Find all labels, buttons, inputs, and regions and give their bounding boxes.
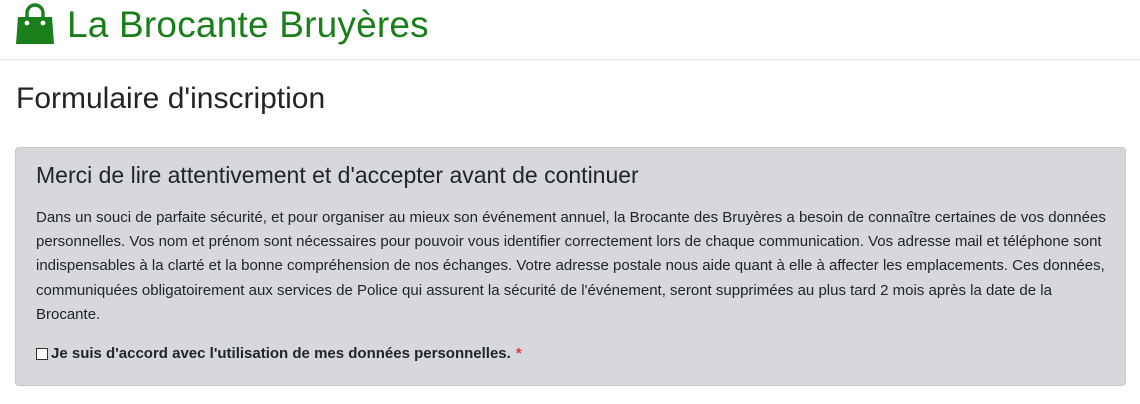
consent-checkbox[interactable] xyxy=(36,347,48,360)
brand-title: La Brocante Bruyères xyxy=(67,3,429,45)
required-marker: * xyxy=(515,345,522,362)
brand[interactable]: La Brocante Bruyères xyxy=(14,0,429,48)
consent-body-text: Dans un souci de parfaite sécurité, et p… xyxy=(36,209,1106,323)
shopping-bag-icon xyxy=(14,2,56,46)
consent-checkbox-label[interactable]: Je suis d'accord avec l'utilisation de m… xyxy=(51,345,511,362)
page-title: Formulaire d'inscription xyxy=(16,82,326,115)
consent-card: Merci de lire attentivement et d'accepte… xyxy=(15,147,1126,386)
consent-heading: Merci de lire attentivement et d'accepte… xyxy=(36,162,639,188)
consent-checkbox-row[interactable]: Je suis d'accord avec l'utilisation de m… xyxy=(36,345,522,362)
site-header: La Brocante Bruyères xyxy=(0,0,1140,60)
